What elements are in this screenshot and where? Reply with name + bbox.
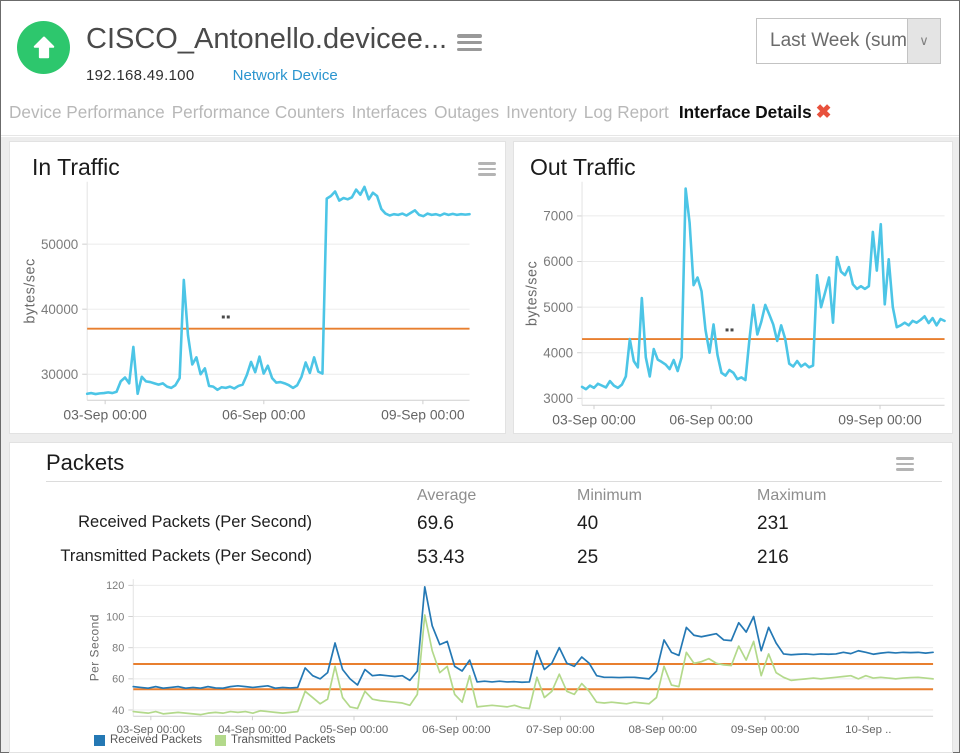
svg-text:06-Sep 00:00: 06-Sep 00:00	[422, 724, 491, 736]
in-traffic-title: In Traffic	[32, 154, 120, 181]
out-traffic-title: Out Traffic	[530, 154, 636, 181]
tab-device-performance[interactable]: Device Performance	[9, 102, 165, 123]
tab-performance-counters[interactable]: Performance Counters	[172, 102, 345, 123]
svg-text:60: 60	[112, 674, 124, 686]
svg-text:120: 120	[106, 580, 124, 592]
dashboard-body: 30000 40000 50000 03-Sep 00:00 06-Sep 00:00 0…	[1, 137, 959, 752]
out-traffic-chart: 3000 4000 5000 6000 7000 03-Sep 00:00 06-Sep 0…	[514, 142, 952, 433]
svg-text:40000: 40000	[41, 302, 78, 317]
received-minimum: 40	[577, 513, 598, 535]
col-average: Average	[417, 487, 476, 505]
svg-text:08-Sep 00:00: 08-Sep 00:00	[628, 724, 697, 736]
legend-transmitted: Transmitted Packets	[215, 734, 335, 746]
packets-menu-icon[interactable]	[896, 457, 914, 471]
svg-text:10-Sep ..: 10-Sep ..	[845, 724, 891, 736]
row-label: Transmitted Packets (Per Second)	[10, 547, 312, 566]
svg-text:4000: 4000	[543, 345, 573, 360]
tab-interfaces[interactable]: Interfaces	[352, 102, 427, 123]
svg-text:5000: 5000	[543, 300, 573, 315]
svg-text:06-Sep 00:00: 06-Sep 00:00	[669, 412, 753, 428]
tab-outages[interactable]: Outages	[434, 102, 499, 123]
device-category-link[interactable]: Network Device	[233, 67, 338, 84]
header: CISCO_Antonello.devicee... Last Week (su…	[1, 1, 959, 96]
svg-text:30000: 30000	[41, 367, 78, 382]
svg-text:6000: 6000	[543, 254, 573, 269]
svg-text:09-Sep 00:00: 09-Sep 00:00	[838, 412, 922, 428]
time-range-value: Last Week (sum	[757, 19, 907, 63]
tab-log-report[interactable]: Log Report	[584, 102, 669, 123]
svg-text:bytes/sec: bytes/sec	[524, 261, 540, 326]
svg-text:03-Sep 00:00: 03-Sep 00:00	[63, 407, 147, 423]
svg-text:bytes/sec: bytes/sec	[23, 258, 39, 323]
divider	[46, 481, 942, 482]
legend-received: Received Packets	[94, 734, 202, 746]
legend-swatch-received	[94, 735, 105, 746]
device-menu-icon[interactable]	[457, 34, 482, 51]
received-average: 69.6	[417, 513, 454, 535]
tab-interface-details-active[interactable]: Interface Details	[679, 102, 812, 123]
svg-text:40: 40	[112, 705, 124, 717]
close-icon[interactable]: ✖	[816, 101, 832, 124]
svg-text:100: 100	[106, 611, 124, 623]
chart-legend: Received Packets Transmitted Packets	[94, 734, 348, 746]
up-arrow-icon	[29, 33, 59, 63]
svg-text:09-Sep 00:00: 09-Sep 00:00	[731, 724, 800, 736]
transmitted-maximum: 216	[757, 547, 789, 569]
packets-panel: 40608010012003-Sep 00:0004-Sep 00:0005-S…	[9, 442, 953, 753]
device-ip: 192.168.49.100	[86, 67, 194, 84]
packets-title: Packets	[46, 450, 124, 476]
device-snapshot-page: { "header": { "title": "CISCO_Antonello.…	[0, 0, 960, 753]
chevron-down-icon: ∨	[907, 19, 940, 63]
svg-text:Per Second: Per Second	[87, 614, 101, 681]
transmitted-average: 53.43	[417, 547, 465, 569]
svg-text:50000: 50000	[41, 237, 78, 252]
in-traffic-chart: 30000 40000 50000 03-Sep 00:00 06-Sep 00:00 0…	[10, 142, 505, 433]
page-title: CISCO_Antonello.devicee...	[86, 23, 447, 56]
svg-text:03-Sep 00:00: 03-Sep 00:00	[552, 412, 636, 428]
time-range-select[interactable]: Last Week (sum ∨	[756, 18, 941, 64]
transmitted-minimum: 25	[577, 547, 598, 569]
in-traffic-menu-icon[interactable]	[478, 162, 496, 176]
col-maximum: Maximum	[757, 487, 826, 505]
svg-text:3000: 3000	[543, 391, 573, 406]
row-label: Received Packets (Per Second)	[10, 513, 312, 532]
tab-bar: Device Performance Performance Counters …	[1, 96, 959, 136]
svg-text:06-Sep 00:00: 06-Sep 00:00	[222, 407, 306, 423]
legend-swatch-transmitted	[215, 735, 226, 746]
in-traffic-panel: 30000 40000 50000 03-Sep 00:00 06-Sep 00:00 0…	[9, 141, 506, 434]
svg-text:80: 80	[112, 643, 124, 655]
tab-inventory[interactable]: Inventory	[506, 102, 577, 123]
legend-label-received: Received Packets	[110, 734, 202, 746]
legend-label-transmitted: Transmitted Packets	[231, 734, 335, 746]
out-traffic-panel: 3000 4000 5000 6000 7000 03-Sep 00:00 06-Sep 0…	[513, 141, 953, 434]
svg-text:09-Sep 00:00: 09-Sep 00:00	[381, 407, 465, 423]
device-status-up-icon	[17, 21, 70, 74]
received-maximum: 231	[757, 513, 789, 535]
svg-text:7000: 7000	[543, 209, 573, 224]
svg-text:07-Sep 00:00: 07-Sep 00:00	[526, 724, 595, 736]
col-minimum: Minimum	[577, 487, 642, 505]
device-subtitle: 192.168.49.100 Network Device	[86, 67, 338, 84]
